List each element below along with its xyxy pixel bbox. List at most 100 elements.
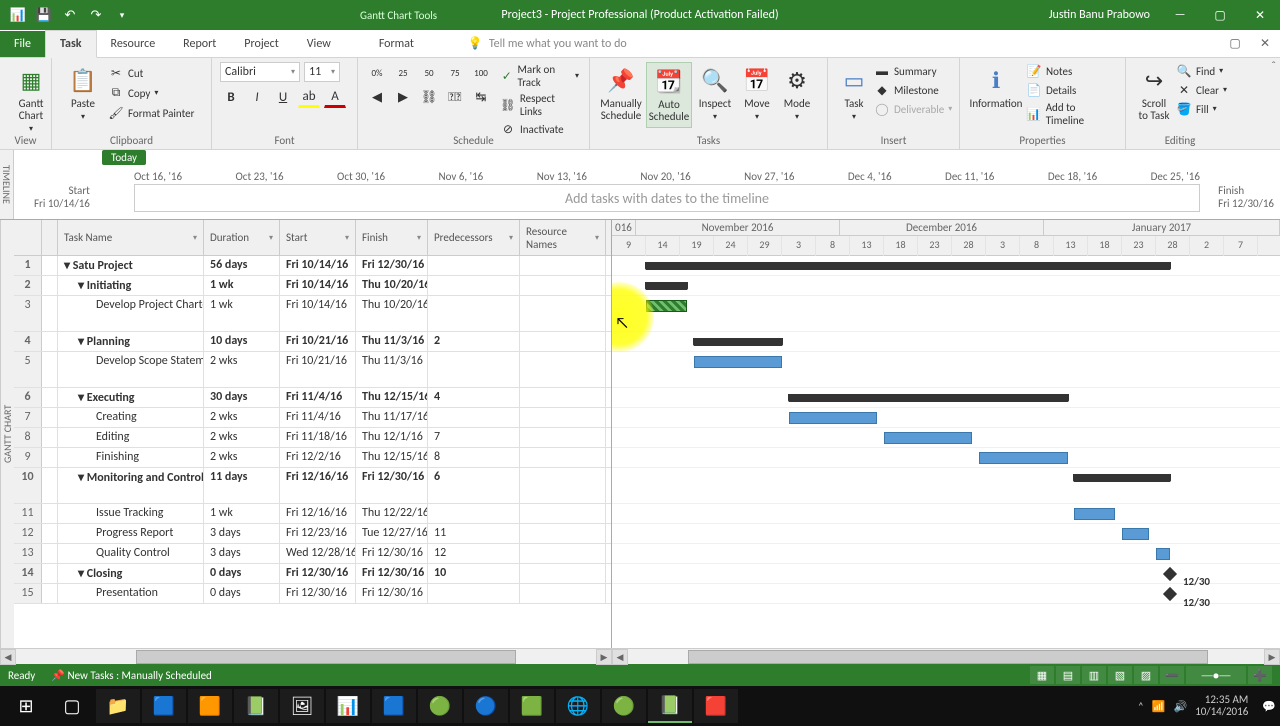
inspect-button[interactable]: 🔍 Inspect▾ (694, 62, 736, 128)
zoom-slider[interactable]: ──●── (1186, 666, 1246, 684)
explorer-button[interactable]: 📁 (96, 689, 140, 723)
tray-notifications-icon[interactable]: 💬 (1262, 700, 1276, 713)
indent-button[interactable]: ▶ (392, 86, 414, 108)
table-row[interactable]: 2▾ Initiating1 wkFri 10/14/16Thu 10/20/1… (14, 276, 611, 296)
cell[interactable]: Fri 12/30/16 (280, 584, 356, 603)
cell[interactable]: Finishing (58, 448, 204, 467)
resource-header[interactable]: Resource Names▾ (520, 220, 606, 255)
cell[interactable] (428, 276, 520, 295)
cell[interactable] (520, 276, 606, 295)
tray-network-icon[interactable]: 📶 (1152, 700, 1166, 713)
cell[interactable] (520, 352, 606, 387)
summary-bar[interactable] (789, 394, 1068, 402)
pct0-button[interactable]: 0% (366, 62, 388, 84)
app-icon[interactable]: 🟥 (694, 689, 738, 723)
cell[interactable]: 1 (14, 256, 42, 275)
table-row[interactable]: 14▾ Closing0 daysFri 12/30/16Fri 12/30/1… (14, 564, 611, 584)
cell[interactable] (428, 296, 520, 331)
table-row[interactable]: 8Editing2 wksFri 11/18/16Thu 12/1/167 (14, 428, 611, 448)
indicator-header[interactable] (42, 220, 58, 255)
tab-format[interactable]: Format (365, 31, 428, 57)
cell[interactable] (42, 296, 58, 331)
information-button[interactable]: ℹ Information (968, 62, 1024, 128)
cell[interactable] (520, 296, 606, 331)
view-report[interactable]: ▨ (1134, 666, 1158, 684)
cell[interactable]: 4 (14, 332, 42, 351)
cell[interactable]: Fri 10/14/16 (280, 296, 356, 331)
tray-clock[interactable]: 12:35 AM 10/14/2016 (1195, 694, 1254, 718)
cell[interactable]: 9 (14, 448, 42, 467)
summary-bar[interactable] (646, 282, 687, 290)
app-icon[interactable]: 📗 (234, 689, 278, 723)
cell[interactable] (520, 504, 606, 523)
cell[interactable]: Fri 12/30/16 (280, 564, 356, 583)
cell[interactable] (520, 564, 606, 583)
cell[interactable]: Fri 12/23/16 (280, 524, 356, 543)
cell[interactable]: Thu 12/1/16 (356, 428, 428, 447)
task-bar[interactable] (789, 412, 877, 424)
cell[interactable]: Fri 10/14/16 (280, 276, 356, 295)
cell[interactable]: Fri 12/16/16 (280, 468, 356, 503)
table-row[interactable]: 13Quality Control3 daysWed 12/28/16Fri 1… (14, 544, 611, 564)
gantt-scroll-left[interactable]: ◀ (612, 649, 628, 665)
copy-button[interactable]: ⧉Copy▾ (106, 84, 196, 102)
redo-icon[interactable]: ↷ (86, 5, 106, 25)
font-name-select[interactable]: Calibri▾ (220, 62, 300, 82)
highlight-button[interactable]: ab (298, 86, 320, 108)
view-resource[interactable]: ▧ (1108, 666, 1132, 684)
table-row[interactable]: 3 Develop Project Charter1 wkFri 10/14/16… (14, 296, 611, 332)
cell[interactable]: 6 (428, 468, 520, 503)
cell[interactable]: Presentation (58, 584, 204, 603)
cell[interactable] (520, 388, 606, 407)
app-icon[interactable]: 🟩 (510, 689, 554, 723)
tell-me-search[interactable]: 💡 Tell me what you want to do (468, 30, 627, 57)
cell[interactable]: 3 (14, 296, 42, 331)
respect-links-button[interactable]: ⛓Respect Links (498, 91, 581, 119)
tab-view[interactable]: View (293, 31, 345, 57)
cell[interactable]: Develop Project Charter (58, 296, 204, 331)
milestone-button[interactable]: ◆Milestone (872, 81, 954, 99)
gantt-scroll-right[interactable]: ▶ (1264, 649, 1280, 665)
cell[interactable] (42, 544, 58, 563)
cell[interactable]: 15 (14, 584, 42, 603)
cell[interactable]: 12 (428, 544, 520, 563)
cell[interactable]: Fri 12/30/16 (356, 564, 428, 583)
cell[interactable]: 7 (14, 408, 42, 427)
cell[interactable]: Fri 10/21/16 (280, 332, 356, 351)
cell[interactable]: 4 (428, 388, 520, 407)
ribbon-restore-button[interactable]: ▢ (1220, 30, 1250, 57)
cell[interactable]: Fri 12/30/16 (356, 544, 428, 563)
app-icon[interactable]: 🟢 (418, 689, 462, 723)
cell[interactable] (42, 408, 58, 427)
split-button[interactable]: ↹ (470, 86, 492, 108)
zoom-out[interactable]: ➖ (1160, 666, 1184, 684)
cell[interactable]: Fri 10/14/16 (280, 256, 356, 275)
cell[interactable]: 12 (14, 524, 42, 543)
grid-scroll-thumb[interactable] (136, 650, 516, 664)
table-row[interactable]: 11Issue Tracking1 wkFri 12/16/16Thu 12/2… (14, 504, 611, 524)
cell[interactable]: 2 wks (204, 408, 280, 427)
cell[interactable]: Thu 12/22/16 (356, 504, 428, 523)
app-icon[interactable]: 📊 (326, 689, 370, 723)
cell[interactable]: 14 (14, 564, 42, 583)
maximize-button[interactable]: ▢ (1200, 0, 1240, 30)
cell[interactable]: 2 (14, 276, 42, 295)
cell[interactable]: Thu 11/17/16 (356, 408, 428, 427)
cell[interactable]: Fri 11/4/16 (280, 388, 356, 407)
cell[interactable] (428, 504, 520, 523)
task-insert-button[interactable]: ▭ Task▾ (836, 62, 872, 128)
cell[interactable]: 13 (14, 544, 42, 563)
scroll-to-task-button[interactable]: ↪ Scroll to Task (1134, 62, 1174, 128)
details-button[interactable]: 📄Details (1024, 81, 1117, 99)
duration-header[interactable]: Duration▾ (204, 220, 280, 255)
project-button[interactable]: 📗 (648, 689, 692, 723)
cell[interactable]: Fri 10/21/16 (280, 352, 356, 387)
cell[interactable]: 1 wk (204, 296, 280, 331)
cell[interactable]: 1 wk (204, 504, 280, 523)
app-icon[interactable]: 🟢 (602, 689, 646, 723)
qat-dropdown-icon[interactable]: ▾ (112, 5, 132, 25)
clear-button[interactable]: ✕Clear▾ (1174, 81, 1229, 99)
cell[interactable]: Progress Report (58, 524, 204, 543)
table-row[interactable]: 6▾ Executing30 daysFri 11/4/16Thu 12/15/… (14, 388, 611, 408)
cell[interactable]: 8 (428, 448, 520, 467)
